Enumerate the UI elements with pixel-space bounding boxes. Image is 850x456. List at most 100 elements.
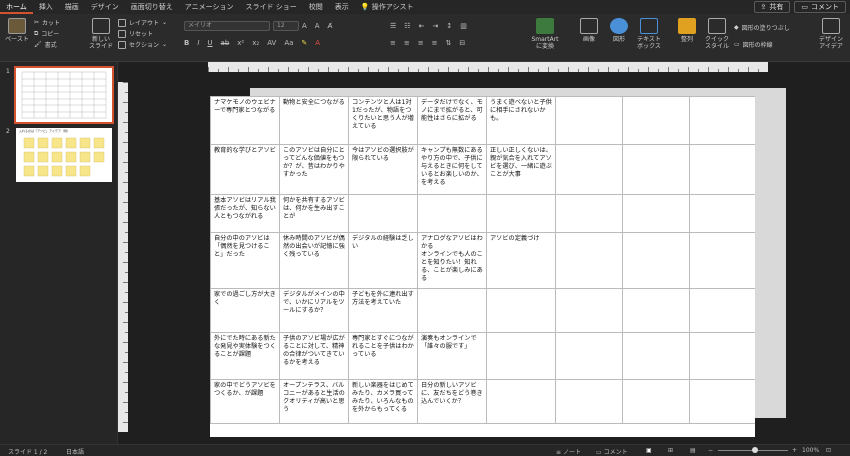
text-direction-icon[interactable]: ⇅ <box>446 39 452 47</box>
table-cell[interactable] <box>486 288 556 333</box>
table-cell[interactable]: 日分の新しいアソビに、友だちをどう巻き込んでいくか？ <box>417 379 487 424</box>
align-text-icon[interactable]: ⊟ <box>459 39 465 47</box>
font-color-icon[interactable]: A <box>315 39 320 47</box>
zoom-in-button[interactable]: + <box>792 447 797 454</box>
table-cell[interactable]: 基本アソビはリアル我張だったが、知らない人ともつながれる <box>210 194 280 233</box>
cut-button[interactable]: ✂ カット <box>34 17 60 28</box>
font-size-dropdown[interactable]: 12 <box>273 20 299 31</box>
tab-review[interactable]: 校閲 <box>303 0 329 14</box>
table-cell[interactable]: 外にでた時にある新たな発見や実体験をつくることが課題 <box>210 332 280 380</box>
table-cell[interactable]: デジタルの経験は乏しい <box>348 232 418 289</box>
increase-indent-icon[interactable]: ⇥ <box>432 22 438 30</box>
slide-editor-canvas[interactable]: ナマケモノのウェビナーで専門家とつながる 動物と安全につながる コンテンツと人は1対… <box>118 62 850 444</box>
table-cell[interactable]: アソビの定義づけ <box>486 232 556 289</box>
italic-icon[interactable]: I <box>197 39 199 47</box>
table-cell[interactable] <box>622 288 690 333</box>
table-cell[interactable] <box>555 379 623 424</box>
comments-status-button[interactable]: ▭ コメント <box>596 447 628 456</box>
table-cell[interactable] <box>622 194 690 233</box>
table-cell[interactable]: 何かを共有するアソビは、何かを生み出すことが <box>279 194 349 233</box>
table-cell[interactable]: 休み時間のアソビが偶然の出会いが記憶に強く残っている <box>279 232 349 289</box>
share-button[interactable]: ⇪ 共有 <box>753 1 791 13</box>
notes-button[interactable]: ≡ ノート <box>556 447 581 456</box>
font-name-dropdown[interactable]: メイリオ <box>184 20 270 31</box>
table-cell[interactable] <box>555 332 623 380</box>
table-cell[interactable]: アナログなアソビはわかる オンラインでも人のことを知りたい！知れる、ことが楽しみ… <box>417 232 487 289</box>
table-cell[interactable] <box>622 379 690 424</box>
table-cell[interactable]: コンテンツと人は1対1だったが、物語をつくりたいと思う人が増えている <box>348 96 418 145</box>
normal-view-icon[interactable]: ▣ <box>646 447 652 454</box>
table-cell[interactable]: 子どもを外に連れ出す方法を考えていた <box>348 288 418 333</box>
copy-button[interactable]: ⧉ コピー <box>34 28 60 39</box>
tab-animations[interactable]: アニメーション <box>179 0 240 14</box>
slide-1-thumbnail[interactable] <box>14 66 114 124</box>
slide-sorter-icon[interactable]: ⊞ <box>668 447 673 454</box>
table-cell[interactable] <box>555 144 623 195</box>
underline-icon[interactable]: U <box>207 39 212 47</box>
fit-slide-icon[interactable]: ⊡ <box>826 447 831 454</box>
table-cell[interactable] <box>486 332 556 380</box>
align-center-icon[interactable]: ≡ <box>404 39 410 47</box>
zoom-slider-thumb[interactable] <box>752 447 758 453</box>
table-cell[interactable]: 家の中でどうアソビをつくるか、が課題 <box>210 379 280 424</box>
numbering-icon[interactable]: ☷ <box>404 22 410 30</box>
current-slide[interactable]: ナマケモノのウェビナーで専門家とつながる 動物と安全につながる コンテンツと人は1対… <box>210 96 755 437</box>
table-cell[interactable] <box>486 379 556 424</box>
table-cell[interactable] <box>417 194 487 233</box>
layout-button[interactable]: レイアウト ⌄ <box>118 17 167 28</box>
table-cell[interactable] <box>689 96 755 145</box>
format-painter-button[interactable]: 🖌 書式 <box>34 39 60 50</box>
comments-button[interactable]: ▭ コメント <box>794 1 846 13</box>
picture-button[interactable]: 画像 <box>574 18 604 43</box>
table-cell[interactable]: うまく遊べないと子供に相手にされないかも。 <box>486 96 556 145</box>
table-cell[interactable] <box>689 332 755 380</box>
shape-fill-button[interactable]: ◆ 図形の塗りつぶし <box>734 22 790 33</box>
table-cell[interactable]: キャンプも無数にあるやり方の中で、子供に与えるときに何をしているとお楽しいのか、… <box>417 144 487 195</box>
align-left-icon[interactable]: ≡ <box>390 39 396 47</box>
tab-transitions[interactable]: 画面切り替え <box>125 0 179 14</box>
table-cell[interactable]: 正しい正しくないは、親が気合を入れてアソビを選び、一緒に遊ぶことが大事 <box>486 144 556 195</box>
strikethrough-icon[interactable]: ab <box>221 39 230 47</box>
table-cell[interactable] <box>348 194 418 233</box>
reset-button[interactable]: リセット <box>118 28 167 39</box>
table-cell[interactable]: 専門家とすぐにつながれることを子供はわかっている <box>348 332 418 380</box>
clear-format-icon[interactable]: A̸ <box>328 22 333 30</box>
change-case-icon[interactable]: Aa <box>284 39 293 47</box>
table-cell[interactable]: 家での過ごし方が大きく <box>210 288 280 333</box>
table-cell[interactable]: 演奏もオンラインで「誰々の服です」 <box>417 332 487 380</box>
subscript-icon[interactable]: x₂ <box>252 39 259 47</box>
table-cell[interactable]: 教育的な学びとアソビ <box>210 144 280 195</box>
reading-view-icon[interactable]: ▤ <box>690 447 696 454</box>
bold-icon[interactable]: B <box>184 39 189 47</box>
highlight-icon[interactable]: ✎ <box>301 39 307 47</box>
table-cell[interactable] <box>622 144 690 195</box>
table-cell[interactable] <box>555 232 623 289</box>
table-cell[interactable] <box>622 232 690 289</box>
table-cell[interactable]: デジタルがメインの中で、いかにリアルをツールにするか？ <box>279 288 349 333</box>
shapes-button[interactable]: 図形 <box>604 18 634 43</box>
quick-styles-button[interactable]: クイック スタイル <box>702 18 732 50</box>
tab-draw[interactable]: 描画 <box>59 0 85 14</box>
table-cell[interactable]: このアソビは自分にとってどんな価値をもつか？が、昔はわかりやすかった <box>279 144 349 195</box>
table-cell[interactable] <box>555 288 623 333</box>
shape-outline-button[interactable]: ▭ 図形の枠線 <box>734 39 790 50</box>
table-cell[interactable] <box>622 332 690 380</box>
tab-tell-me[interactable]: 💡 操作アシスト <box>355 0 420 14</box>
table-cell[interactable] <box>689 194 755 233</box>
ideas-table[interactable]: ナマケモノのウェビナーで専門家とつながる 動物と安全につながる コンテンツと人は1対… <box>210 96 755 424</box>
align-right-icon[interactable]: ≡ <box>418 39 424 47</box>
justify-icon[interactable]: ≡ <box>432 39 438 47</box>
convert-smartart-button[interactable]: SmartArt に変換 <box>530 18 560 50</box>
columns-icon[interactable]: ▥ <box>460 22 467 30</box>
table-cell[interactable] <box>689 144 755 195</box>
table-cell[interactable]: 動物と安全につながる <box>279 96 349 145</box>
shrink-font-icon[interactable]: A <box>315 22 320 30</box>
table-cell[interactable]: データだけでなく、モノにまで拡がると、可能性はさらに拡がる <box>417 96 487 145</box>
table-cell[interactable]: 子供のアソビ場が広がることに対して、精神の合律がついてきているかを考える <box>279 332 349 380</box>
language-indicator[interactable]: 日本語 <box>66 447 84 456</box>
table-cell[interactable]: オープンテラス、バルコニーがあると生活のクオリティが高いと思う <box>279 379 349 424</box>
textbox-button[interactable]: テキスト ボックス <box>634 18 664 50</box>
table-cell[interactable]: 自分の中のアソビは「偶然を見つけること」だった <box>210 232 280 289</box>
table-cell[interactable]: 今はアソビの選択肢が限られている <box>348 144 418 195</box>
section-button[interactable]: セクション ⌄ <box>118 39 167 50</box>
